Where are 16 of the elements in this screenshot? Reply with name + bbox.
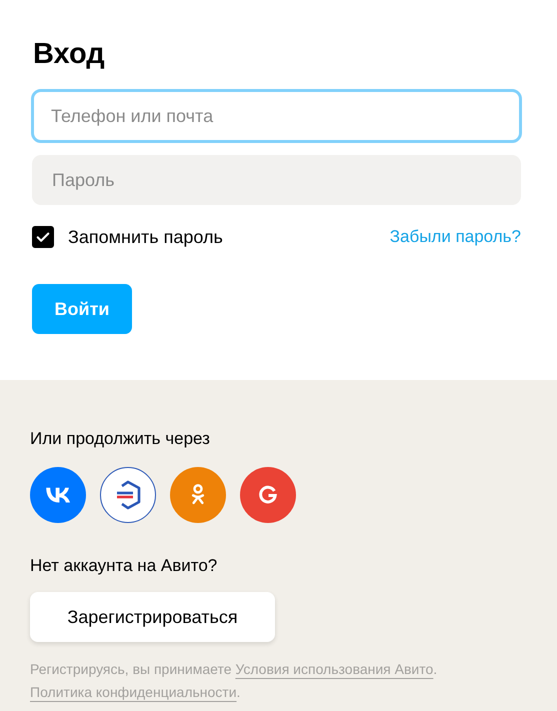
google-logo-icon: [258, 485, 278, 505]
terms-link[interactable]: Условия использования Авито: [235, 661, 434, 677]
forgot-password-link[interactable]: Забыли пароль?: [390, 227, 521, 247]
privacy-link[interactable]: Политика конфиденциальности: [30, 684, 237, 700]
remember-label: Запомнить пароль: [68, 226, 223, 248]
password-field[interactable]: Пароль: [32, 155, 521, 205]
login-button[interactable]: Войти: [32, 284, 132, 334]
ok-logo-icon: [191, 483, 205, 507]
register-button[interactable]: Зарегистрироваться: [30, 592, 275, 642]
page-title: Вход: [33, 37, 105, 72]
legal-text: Регистрируясь, вы принимаете Условия использования Авито. Политика конфиденциальности.: [30, 660, 438, 702]
login-field[interactable]: Телефон или почта: [31, 89, 522, 143]
vk-logo-icon: [46, 487, 70, 503]
checkbox[interactable]: [32, 226, 54, 248]
register-question: Нет аккаунта на Авито?: [30, 555, 218, 577]
social-heading: Или продолжить через: [30, 428, 210, 450]
